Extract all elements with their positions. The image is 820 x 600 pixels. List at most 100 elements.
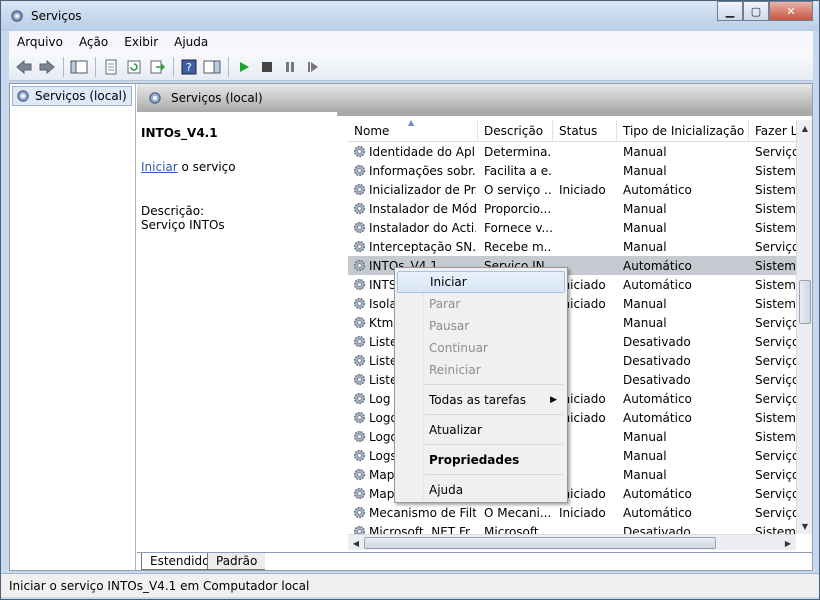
pane-header: Serviços (local) — [137, 84, 812, 112]
context-menu: Iniciar Parar Pausar Continuar Reiniciar… — [394, 267, 568, 503]
back-button[interactable] — [13, 56, 35, 78]
menu-ajuda[interactable]: Ajuda — [166, 35, 216, 49]
service-description-cell: Proporcio... — [484, 201, 552, 216]
menu-arquivo[interactable]: Arquivo — [9, 35, 71, 49]
table-row[interactable]: Interceptação SN... Recebe m... Manual Serv… — [348, 237, 796, 256]
table-row[interactable]: Instalador do Acti... Fornece v... Manual S… — [348, 218, 796, 237]
service-description-cell: Fornece v... — [484, 220, 552, 235]
table-row[interactable]: Informações sobr... Facilita a e... Manual… — [348, 161, 796, 180]
ctx-reiniciar[interactable]: Reiniciar — [397, 359, 565, 381]
table-row[interactable]: Mecanismo de Filt... O Mecani... Iniciado A… — [348, 503, 796, 522]
service-startup-cell: Desativado — [623, 334, 691, 349]
description-text: Serviço INTOs — [141, 218, 225, 232]
forward-arrow-icon — [39, 59, 55, 74]
service-logon-cell: Sistema — [755, 410, 796, 425]
ctx-pausar[interactable]: Pausar — [397, 315, 565, 337]
service-status-cell — [559, 522, 617, 534]
pause-service-button[interactable] — [279, 56, 301, 78]
minimize-button[interactable]: ▁ — [717, 1, 743, 21]
menu-acao[interactable]: Ação — [71, 35, 116, 49]
service-logon-cell: Serviço — [755, 353, 796, 368]
service-description-cell: O serviço ... — [484, 182, 552, 197]
view-tabs: Estendido Padrão — [137, 552, 812, 570]
service-name-cell: Instalador de Mód... — [352, 199, 476, 218]
menu-exibir[interactable]: Exibir — [116, 35, 166, 49]
table-row[interactable]: Microsoft .NET Fr... Microsoft ... Desativ… — [348, 522, 796, 534]
services-gear-icon — [11, 10, 23, 22]
title-bar[interactable]: Serviços ▁ ▢ ✕ — [1, 1, 819, 31]
service-name-text: Microsoft .NET Fr... — [369, 524, 476, 535]
service-logon-cell: Serviço — [755, 239, 796, 254]
service-name-text: Logs — [369, 448, 397, 463]
column-startup-label: Tipo de Inicialização — [623, 124, 745, 138]
action-suffix: o serviço — [177, 160, 236, 174]
properties-button[interactable] — [100, 56, 122, 78]
service-gear-icon — [353, 468, 366, 481]
stop-service-button[interactable] — [256, 56, 278, 78]
toolbar-separator — [173, 56, 174, 77]
horizontal-scroll-thumb[interactable] — [364, 537, 716, 549]
ctx-atualizar[interactable]: Atualizar — [397, 419, 565, 441]
table-row[interactable]: Instalador de Mód... Proporcio... Manual Si… — [348, 199, 796, 218]
show-action-pane-button[interactable] — [201, 56, 223, 78]
start-service-link[interactable]: Iniciar — [141, 160, 178, 174]
ctx-propriedades[interactable]: Propriedades — [397, 449, 565, 471]
column-status[interactable]: Status — [553, 120, 617, 142]
horizontal-scrollbar[interactable]: ◀ ▶ — [348, 534, 796, 550]
service-status-cell — [559, 199, 617, 218]
table-row[interactable]: Inicializador de Pr... O serviço ... Inici… — [348, 180, 796, 199]
forward-button[interactable] — [36, 56, 58, 78]
service-status-cell — [559, 237, 617, 256]
ctx-iniciar[interactable]: Iniciar — [397, 271, 565, 293]
service-gear-icon — [353, 202, 366, 215]
tab-estendido[interactable]: Estendido — [141, 553, 218, 570]
services-gear-icon — [149, 92, 161, 104]
scroll-down-icon[interactable]: ▼ — [797, 518, 813, 534]
column-description[interactable]: Descrição — [478, 120, 553, 142]
refresh-icon — [127, 60, 141, 73]
ctx-separator — [425, 444, 563, 445]
table-row[interactable]: Identidade do Apli... Determina... Manual S… — [348, 142, 796, 161]
restart-service-button[interactable] — [302, 56, 324, 78]
column-logon[interactable]: Fazer Lo — [749, 120, 796, 142]
sort-ascending-icon: ▲ — [408, 120, 415, 127]
ctx-todas-as-tarefas[interactable]: Todas as tarefas ▶ — [397, 389, 565, 411]
close-button[interactable]: ✕ — [769, 1, 813, 21]
service-startup-cell: Automático — [623, 486, 692, 501]
service-name-cell: Mecanismo de Filt... — [352, 503, 476, 522]
service-logon-cell: Serviço — [755, 505, 796, 520]
tab-padrao[interactable]: Padrão — [207, 553, 266, 570]
service-gear-icon — [353, 392, 366, 405]
column-name-label: Nome — [354, 124, 390, 138]
column-description-label: Descrição — [484, 124, 544, 138]
ctx-separator — [425, 474, 563, 475]
service-description-cell: Microsoft ... — [484, 524, 552, 535]
ctx-continuar[interactable]: Continuar — [397, 337, 565, 359]
vertical-scrollbar[interactable]: ▲ ▼ — [796, 120, 812, 534]
console-tree-icon — [70, 60, 88, 73]
start-service-button[interactable] — [233, 56, 255, 78]
column-name[interactable]: Nome ▲ — [348, 120, 478, 142]
service-status-cell — [559, 218, 617, 237]
service-startup-cell: Manual — [623, 201, 667, 216]
export-list-button[interactable] — [146, 56, 168, 78]
column-startup-type[interactable]: Tipo de Inicialização — [617, 120, 749, 142]
scroll-up-icon[interactable]: ▲ — [797, 120, 813, 136]
service-startup-cell: Automático — [623, 410, 692, 425]
service-gear-icon — [353, 278, 366, 291]
toolbar-separator — [63, 56, 64, 77]
service-logon-cell: Serviço — [755, 448, 796, 463]
ctx-parar[interactable]: Parar — [397, 293, 565, 315]
refresh-button[interactable] — [123, 56, 145, 78]
service-startup-cell: Manual — [623, 144, 667, 159]
service-gear-icon — [353, 506, 366, 519]
service-gear-icon — [353, 411, 366, 424]
scroll-right-icon[interactable]: ▶ — [780, 535, 796, 551]
help-button[interactable]: ? — [178, 56, 200, 78]
tree-item-services-local[interactable]: Serviços (local) — [12, 86, 132, 106]
maximize-button[interactable]: ▢ — [743, 1, 769, 21]
scroll-left-icon[interactable]: ◀ — [348, 535, 364, 551]
vertical-scroll-thumb[interactable] — [799, 280, 811, 324]
show-hide-tree-button[interactable] — [68, 56, 90, 78]
ctx-ajuda[interactable]: Ajuda — [397, 479, 565, 501]
